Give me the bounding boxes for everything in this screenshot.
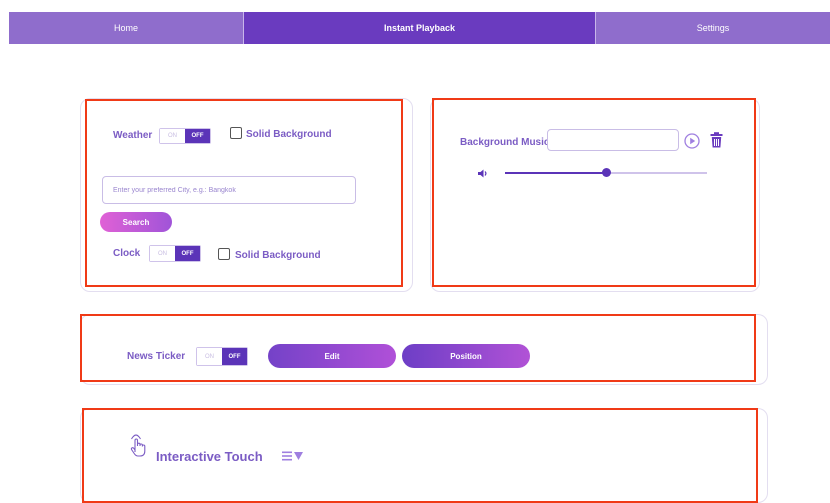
- news-toggle-off[interactable]: OFF: [222, 348, 247, 365]
- weather-label: Weather: [113, 130, 153, 141]
- trash-icon[interactable]: [710, 132, 723, 148]
- weather-toggle-on[interactable]: ON: [160, 129, 185, 143]
- play-icon[interactable]: [684, 133, 700, 149]
- news-toggle-on[interactable]: ON: [197, 348, 222, 365]
- tab-home[interactable]: Home: [9, 12, 244, 44]
- city-search-input[interactable]: [102, 176, 356, 204]
- tab-settings[interactable]: Settings: [595, 12, 830, 44]
- weather-solid-bg-checkbox[interactable]: [230, 127, 242, 139]
- touch-hand-icon: [130, 434, 146, 457]
- volume-slider-fill: [505, 172, 606, 174]
- bg-music-input[interactable]: [547, 129, 679, 151]
- volume-icon[interactable]: [477, 168, 489, 179]
- bg-music-label: Background Music: [460, 137, 550, 148]
- weather-toggle-off[interactable]: OFF: [185, 129, 210, 143]
- tab-instant-playback[interactable]: Instant Playback: [244, 12, 595, 44]
- search-button[interactable]: Search: [100, 212, 172, 232]
- position-button[interactable]: Position: [402, 344, 530, 368]
- weather-toggle[interactable]: ON OFF: [159, 128, 211, 144]
- edit-button[interactable]: Edit: [268, 344, 396, 368]
- list-dropdown-icon[interactable]: [282, 451, 304, 461]
- news-ticker-toggle[interactable]: ON OFF: [196, 347, 248, 366]
- clock-toggle-off[interactable]: OFF: [175, 246, 200, 261]
- clock-solid-bg-checkbox[interactable]: [218, 248, 230, 260]
- news-ticker-label: News Ticker: [127, 351, 186, 362]
- interactive-touch-title: Interactive Touch: [156, 449, 263, 464]
- clock-solid-bg-label: Solid Background: [235, 250, 321, 261]
- top-nav: Home Instant Playback Settings: [9, 12, 830, 44]
- volume-slider-thumb[interactable]: [601, 168, 611, 177]
- clock-toggle[interactable]: ON OFF: [149, 245, 201, 262]
- weather-solid-bg-label: Solid Background: [246, 129, 332, 140]
- music-card: [430, 98, 760, 292]
- clock-label: Clock: [113, 248, 141, 259]
- clock-toggle-on[interactable]: ON: [150, 246, 175, 261]
